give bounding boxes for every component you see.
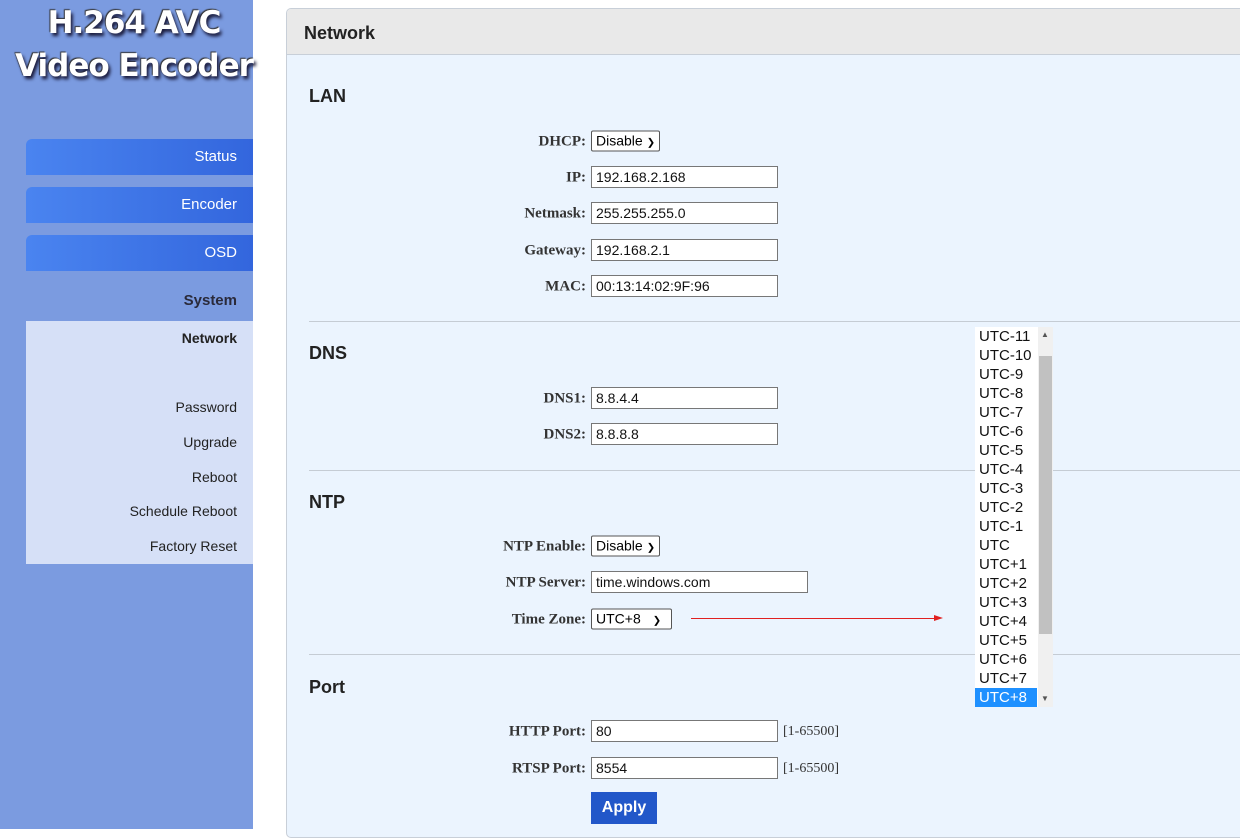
ip-input[interactable]: 192.168.2.168 [591, 166, 778, 188]
time-zone-option[interactable]: UTC [975, 536, 1037, 555]
ntp-enable-label: NTP Enable: [503, 538, 586, 555]
nav-upgrade[interactable]: Upgrade [183, 434, 237, 450]
nav-factory-reset[interactable]: Factory Reset [150, 538, 237, 554]
red-arrow-annotation [691, 618, 936, 619]
time-zone-option[interactable]: UTC+8 [975, 688, 1037, 707]
nav-reboot[interactable]: Reboot [192, 469, 237, 485]
time-zone-option[interactable]: UTC-1 [975, 517, 1037, 536]
nav-password[interactable]: Password [176, 399, 237, 415]
lan-heading: LAN [309, 86, 346, 106]
gateway-input[interactable]: 192.168.2.1 [591, 239, 778, 261]
ip-label: IP: [566, 169, 586, 186]
time-zone-option[interactable]: UTC+1 [975, 555, 1037, 574]
chevron-down-icon: ❯ [652, 615, 662, 627]
time-zone-option[interactable]: UTC-5 [975, 441, 1037, 460]
ntp-heading: NTP [309, 492, 345, 512]
time-zone-option[interactable]: UTC+6 [975, 650, 1037, 669]
netmask-label: Netmask: [524, 205, 586, 222]
scroll-down-icon[interactable]: ▼ [1041, 694, 1049, 703]
dns1-label: DNS1: [543, 390, 586, 407]
mac-input[interactable]: 00:13:14:02:9F:96 [591, 275, 778, 297]
time-zone-dropdown-list[interactable]: UTC-11 UTC-10 UTC-9 UTC-8 UTC-7 UTC-6 UTC-5 UTC… [975, 327, 1053, 707]
time-zone-option[interactable]: UTC-6 [975, 422, 1037, 441]
dhcp-label: DHCP: [538, 133, 587, 150]
nav-network[interactable]: Network [182, 330, 237, 346]
mac-label: MAC: [545, 278, 586, 295]
apply-button[interactable]: Apply [591, 792, 657, 824]
time-zone-option[interactable]: UTC-10 [975, 346, 1037, 365]
time-zone-option[interactable]: UTC-9 [975, 365, 1037, 384]
dns2-label: DNS2: [543, 426, 586, 443]
divider [309, 654, 1240, 655]
time-zone-option[interactable]: UTC+5 [975, 631, 1037, 650]
gateway-label: Gateway: [524, 242, 586, 259]
chevron-down-icon: ❯ [646, 542, 656, 554]
dns1-input[interactable]: 8.8.4.4 [591, 387, 778, 409]
time-zone-select[interactable]: UTC+8 ❯ [591, 608, 672, 630]
http-port-input[interactable]: 80 [591, 720, 778, 742]
time-zone-option[interactable]: UTC-11 [975, 327, 1037, 346]
sidebar: H.264 AVC Video Encoder Status Encoder OS… [0, 0, 254, 829]
http-port-range: [1-65500] [783, 724, 839, 739]
rtsp-port-label: RTSP Port: [511, 760, 586, 777]
time-zone-option[interactable]: UTC-8 [975, 384, 1037, 403]
netmask-input[interactable]: 255.255.255.0 [591, 202, 778, 224]
dns2-input[interactable]: 8.8.8.8 [591, 423, 778, 445]
time-zone-option[interactable]: UTC+3 [975, 593, 1037, 612]
nav-encoder[interactable]: Encoder [26, 187, 253, 223]
ntp-server-input[interactable]: time.windows.com [591, 571, 808, 593]
time-zone-option[interactable]: UTC-4 [975, 460, 1037, 479]
time-zone-option[interactable]: UTC+7 [975, 669, 1037, 688]
panel-title: Network [287, 9, 1240, 55]
rtsp-port-input[interactable]: 8554 [591, 757, 778, 779]
divider [309, 470, 1240, 471]
system-submenu: Network Password Upgrade Reboot Schedule… [26, 321, 253, 564]
nav-status[interactable]: Status [26, 139, 253, 175]
arrow-head-icon [934, 615, 943, 621]
scrollbar-thumb[interactable] [1039, 356, 1052, 634]
dns-heading: DNS [309, 343, 348, 363]
ntp-enable-select[interactable]: Disable ❯ [591, 535, 661, 557]
ntp-server-label: NTP Server: [505, 574, 586, 591]
scroll-up-icon[interactable]: ▲ [1041, 330, 1049, 339]
dhcp-select[interactable]: Disable ❯ [591, 130, 661, 152]
time-zone-option[interactable]: UTC-3 [975, 479, 1037, 498]
nav-schedule-reboot[interactable]: Schedule Reboot [130, 503, 237, 519]
time-zone-option[interactable]: UTC-2 [975, 498, 1037, 517]
http-port-label: HTTP Port: [508, 723, 586, 740]
time-zone-option[interactable]: UTC+2 [975, 574, 1037, 593]
rtsp-port-range: [1-65500] [783, 761, 839, 776]
time-zone-option[interactable]: UTC+4 [975, 612, 1037, 631]
nav-system[interactable]: System [26, 292, 237, 309]
divider [309, 321, 1240, 322]
time-zone-label: Time Zone: [511, 611, 586, 628]
port-heading: Port [309, 677, 345, 697]
chevron-down-icon: ❯ [646, 137, 656, 149]
logo: H.264 AVC Video Encoder [15, 5, 254, 84]
time-zone-option[interactable]: UTC-7 [975, 403, 1037, 422]
scrollbar[interactable]: ▲ ▼ [1038, 327, 1053, 707]
nav-osd[interactable]: OSD [26, 235, 253, 271]
